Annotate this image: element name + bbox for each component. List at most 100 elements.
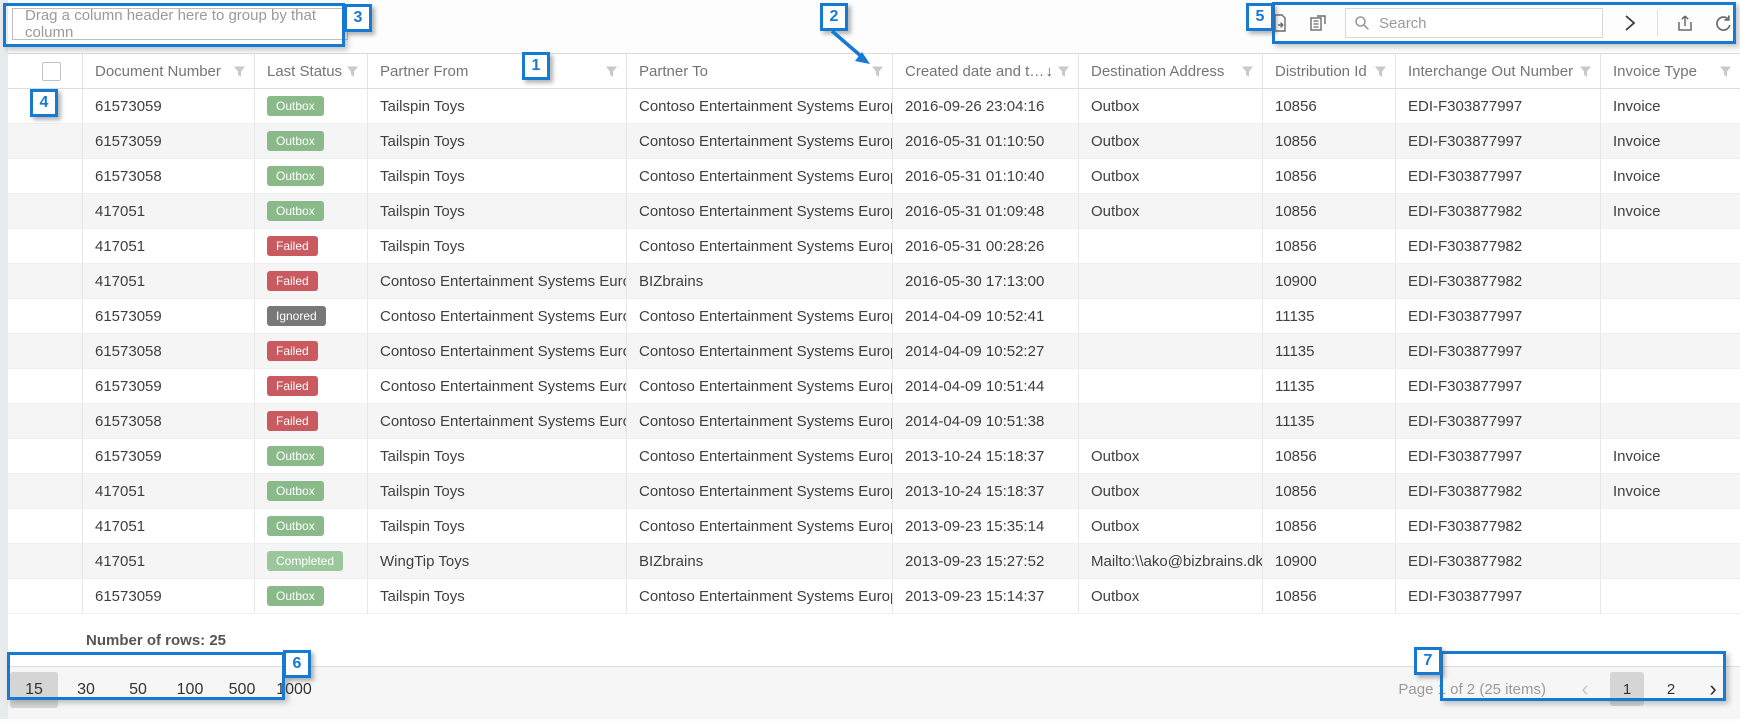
group-by-drop-area[interactable]: Drag a column header here to group by th… bbox=[12, 8, 348, 40]
page-button-1[interactable]: 1 bbox=[1610, 672, 1644, 706]
status-badge: Failed bbox=[267, 341, 318, 361]
cell-created: 2016-09-26 23:04:16 bbox=[893, 89, 1079, 123]
table-row[interactable]: 61573058FailedContoso Entertainment Syst… bbox=[8, 334, 1740, 369]
table-row[interactable]: 417051CompletedWingTip ToysBIZbrains2013… bbox=[8, 544, 1740, 579]
page-button-2[interactable]: 2 bbox=[1654, 672, 1688, 706]
table-row[interactable]: 61573059FailedContoso Entertainment Syst… bbox=[8, 369, 1740, 404]
cell-doc: 417051 bbox=[83, 474, 255, 508]
filter-icon[interactable] bbox=[871, 65, 884, 78]
table-row[interactable]: 61573059OutboxTailspin ToysContoso Enter… bbox=[8, 89, 1740, 124]
cell-interchange: EDI-F303877982 bbox=[1396, 474, 1601, 508]
row-select-cell[interactable] bbox=[8, 404, 83, 438]
column-header-distribution-id[interactable]: Distribution Id bbox=[1263, 54, 1396, 88]
table-row[interactable]: 417051OutboxTailspin ToysContoso Enterta… bbox=[8, 194, 1740, 229]
cell-status: Failed bbox=[255, 229, 368, 263]
filter-icon[interactable] bbox=[233, 65, 246, 78]
page-size-button-500[interactable]: 500 bbox=[218, 672, 266, 708]
cell-interchange: EDI-F303877997 bbox=[1396, 159, 1601, 193]
table-row[interactable]: 61573059OutboxTailspin ToysContoso Enter… bbox=[8, 124, 1740, 159]
column-header-interchange-out-number[interactable]: Interchange Out Number bbox=[1396, 54, 1601, 88]
column-chooser-icon[interactable] bbox=[1307, 12, 1329, 34]
row-select-cell[interactable] bbox=[8, 299, 83, 333]
status-badge: Outbox bbox=[267, 481, 324, 501]
status-badge: Outbox bbox=[267, 96, 324, 116]
row-select-cell[interactable] bbox=[8, 509, 83, 543]
pagination: Page 1 of 2 (25 items) ‹ 12 › bbox=[1398, 672, 1728, 706]
page-size-button-100[interactable]: 100 bbox=[166, 672, 214, 708]
row-select-cell[interactable] bbox=[8, 124, 83, 158]
filter-icon[interactable] bbox=[1579, 65, 1592, 78]
column-header-partner-to[interactable]: Partner To bbox=[627, 54, 893, 88]
previous-page-button[interactable]: ‹ bbox=[1570, 676, 1600, 702]
cell-to: Contoso Entertainment Systems Europe bbox=[627, 404, 893, 438]
table-row[interactable]: 61573058FailedContoso Entertainment Syst… bbox=[8, 404, 1740, 439]
row-select-cell[interactable] bbox=[8, 159, 83, 193]
row-select-cell[interactable] bbox=[8, 194, 83, 228]
grid-application: Drag a column header here to group by th… bbox=[0, 0, 1740, 722]
cell-from: Contoso Entertainment Systems Europe bbox=[368, 404, 627, 438]
cell-status: Outbox bbox=[255, 579, 368, 613]
page-number-buttons: 12 bbox=[1610, 672, 1688, 706]
page-size-button-30[interactable]: 30 bbox=[62, 672, 110, 708]
table-row[interactable]: 417051OutboxTailspin ToysContoso Enterta… bbox=[8, 474, 1740, 509]
column-header-last-status[interactable]: Last Status bbox=[255, 54, 368, 88]
row-select-cell[interactable] bbox=[8, 264, 83, 298]
cell-interchange: EDI-F303877982 bbox=[1396, 509, 1601, 543]
column-header-destination-address[interactable]: Destination Address bbox=[1079, 54, 1263, 88]
cell-to: Contoso Entertainment Systems Europe bbox=[627, 509, 893, 543]
table-row[interactable]: 61573059OutboxTailspin ToysContoso Enter… bbox=[8, 579, 1740, 614]
column-header-partner-from[interactable]: Partner From bbox=[368, 54, 627, 88]
cell-created: 2014-04-09 10:52:41 bbox=[893, 299, 1079, 333]
cell-status: Outbox bbox=[255, 194, 368, 228]
cell-dist: 10856 bbox=[1263, 579, 1396, 613]
filter-icon[interactable] bbox=[346, 65, 359, 78]
row-select-cell[interactable] bbox=[8, 369, 83, 403]
select-all-checkbox[interactable] bbox=[42, 62, 61, 81]
page-size-button-50[interactable]: 50 bbox=[114, 672, 162, 708]
row-select-cell[interactable] bbox=[8, 544, 83, 578]
cell-doc: 61573059 bbox=[83, 579, 255, 613]
table-row[interactable]: 61573059IgnoredContoso Entertainment Sys… bbox=[8, 299, 1740, 334]
filter-icon[interactable] bbox=[1057, 65, 1070, 78]
page-size-button-15[interactable]: 15 bbox=[10, 672, 58, 708]
cell-invoice bbox=[1601, 544, 1740, 578]
cell-status: Failed bbox=[255, 404, 368, 438]
cell-invoice bbox=[1601, 404, 1740, 438]
filter-icon[interactable] bbox=[605, 65, 618, 78]
refresh-icon[interactable] bbox=[1712, 12, 1734, 34]
search-input[interactable] bbox=[1377, 14, 1594, 33]
next-page-button[interactable]: › bbox=[1698, 676, 1728, 702]
row-select-cell[interactable] bbox=[8, 334, 83, 368]
data-grid: Document NumberLast StatusPartner FromPa… bbox=[8, 54, 1740, 614]
cell-doc: 417051 bbox=[83, 544, 255, 578]
cell-invoice: Invoice bbox=[1601, 124, 1740, 158]
cell-to: Contoso Entertainment Systems Europe bbox=[627, 159, 893, 193]
select-all-header-cell[interactable] bbox=[8, 54, 83, 88]
cell-from: Contoso Entertainment Systems Europe bbox=[368, 264, 627, 298]
row-select-cell[interactable] bbox=[8, 229, 83, 263]
chevron-right-icon[interactable] bbox=[1619, 12, 1641, 34]
cell-dist: 11135 bbox=[1263, 334, 1396, 368]
filter-icon[interactable] bbox=[1241, 65, 1254, 78]
table-row[interactable]: 61573059OutboxTailspin ToysContoso Enter… bbox=[8, 439, 1740, 474]
table-row[interactable]: 417051FailedContoso Entertainment System… bbox=[8, 264, 1740, 299]
cell-dest bbox=[1079, 334, 1263, 368]
column-header-invoice-type[interactable]: Invoice Type bbox=[1601, 54, 1740, 88]
export-tray-icon[interactable] bbox=[1674, 12, 1696, 34]
cell-from: Tailspin Toys bbox=[368, 579, 627, 613]
grid-body: 61573059OutboxTailspin ToysContoso Enter… bbox=[8, 89, 1740, 614]
cell-to: Contoso Entertainment Systems Europe bbox=[627, 474, 893, 508]
filter-icon[interactable] bbox=[1374, 65, 1387, 78]
table-row[interactable]: 61573058OutboxTailspin ToysContoso Enter… bbox=[8, 159, 1740, 194]
row-select-cell[interactable] bbox=[8, 439, 83, 473]
cell-to: Contoso Entertainment Systems Europe bbox=[627, 89, 893, 123]
filter-icon[interactable] bbox=[1719, 65, 1732, 78]
column-header-created-date-and-time[interactable]: Created date and time↓ bbox=[893, 54, 1079, 88]
table-row[interactable]: 417051OutboxTailspin ToysContoso Enterta… bbox=[8, 509, 1740, 544]
row-select-cell[interactable] bbox=[8, 474, 83, 508]
cell-dest bbox=[1079, 229, 1263, 263]
row-select-cell[interactable] bbox=[8, 579, 83, 613]
column-header-document-number[interactable]: Document Number bbox=[83, 54, 255, 88]
cell-dest: Outbox bbox=[1079, 509, 1263, 543]
table-row[interactable]: 417051FailedTailspin ToysContoso Enterta… bbox=[8, 229, 1740, 264]
